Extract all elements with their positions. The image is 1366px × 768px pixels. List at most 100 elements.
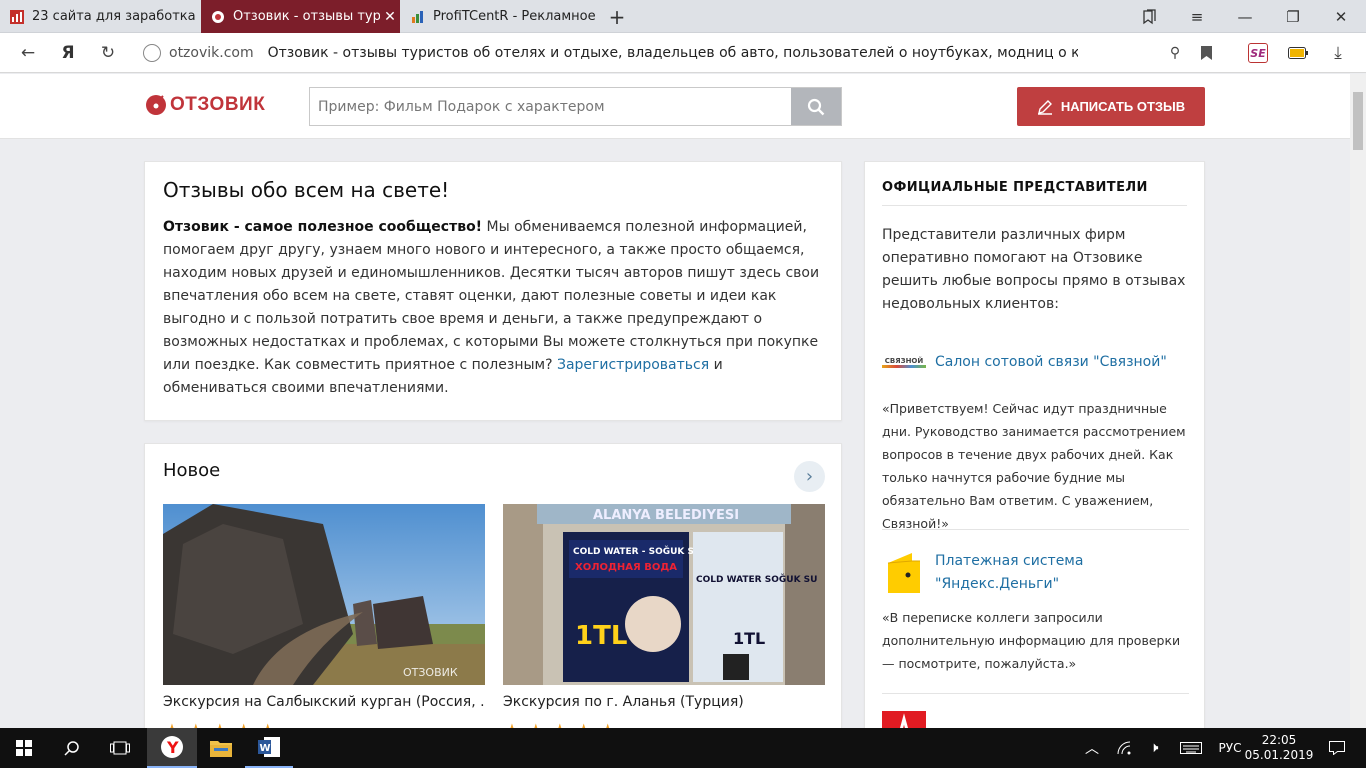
back-icon[interactable]: ←: [10, 33, 46, 73]
official-reps-card: ОФИЦИАЛЬНЫЕ ПРЕДСТАВИТЕЛИ Представители …: [864, 161, 1205, 728]
section-title: Новое: [163, 460, 221, 481]
svyaznoy-logo-stripe: [882, 364, 926, 368]
clock-date: 05.01.2019: [1244, 748, 1314, 762]
downloads-icon[interactable]: ⤓: [1320, 33, 1356, 73]
intro-body: Мы обмениваемся полезной информацией, по…: [163, 219, 820, 373]
next-arrow-button[interactable]: ›: [794, 461, 825, 492]
review-image-kurgan[interactable]: ОТЗОВИК: [163, 504, 485, 685]
tray-chevron-up-icon[interactable]: ︿: [1082, 728, 1102, 768]
poster-price: 1TL: [575, 621, 627, 651]
svg-text:Y: Y: [166, 738, 179, 757]
tab-earnings[interactable]: 23 сайта для заработка денег: [0, 0, 200, 33]
rep-svyaznoy: СВЯЗНОЙ Салон сотовой связи "Связной": [882, 351, 1167, 374]
sign-text: ALANYA BELEDIYESI: [593, 508, 739, 523]
word-icon[interactable]: W: [245, 728, 293, 768]
machine-price: 1TL: [733, 629, 765, 648]
svg-text:W: W: [260, 743, 271, 754]
menu-icon[interactable]: ≡: [1174, 0, 1220, 33]
yandex-money-name: Платежная система "Яндекс.Деньги": [935, 550, 1083, 596]
windows-taskbar: Y W ︿ 🕨 РУС 22:05 05.01.2019: [0, 728, 1366, 768]
alfa-bank-logo[interactable]: [882, 711, 926, 728]
keyboard-icon[interactable]: [1178, 728, 1204, 768]
site-info-icon[interactable]: [143, 44, 161, 62]
search-icon: [807, 98, 825, 115]
task-view-icon[interactable]: [96, 728, 144, 768]
address-bar: ← Я ↻ otzovik.com Отзовик - отзывы турис…: [0, 33, 1366, 73]
divider: [882, 693, 1189, 694]
intro-text: Отзовик - самое полезное сообщество! Мы …: [163, 216, 823, 400]
logo-icon: [146, 95, 166, 115]
rating-stars: ★★★★★: [503, 719, 623, 728]
windows-start-icon[interactable]: [0, 728, 48, 768]
new-tab-icon[interactable]: +: [600, 0, 634, 33]
intro-card: Отзывы обо всем на свете! Отзовик - само…: [144, 161, 842, 421]
language-indicator[interactable]: РУС: [1215, 728, 1245, 768]
tab-otzovik[interactable]: Отзовик - отзывы туристов ✕: [201, 0, 400, 33]
site-logo[interactable]: ОТЗОВИК: [146, 94, 265, 116]
machine-label: COLD WATER SOĞUK SU: [696, 573, 817, 585]
watermark-text: ОТЗОВИК: [403, 666, 458, 679]
rep-link[interactable]: Платежная система: [935, 550, 1083, 573]
tab-title: ProfiTCentR - Рекламное а: [433, 9, 599, 24]
site-header: ОТЗОВИК НАПИСАТЬ ОТЗЫВ: [0, 74, 1350, 139]
search-icon[interactable]: [48, 728, 96, 768]
rep-link-2[interactable]: "Яндекс.Деньги": [935, 573, 1083, 596]
intro-title: Отзывы обо всем на свете!: [163, 178, 450, 202]
url-field[interactable]: otzovik.com Отзовик - отзывы туристов об…: [137, 37, 1227, 69]
bars-icon: [411, 10, 425, 24]
write-review-label: НАПИСАТЬ ОТЗЫВ: [1060, 99, 1186, 114]
page-title-in-url: Отзовик - отзывы туристов об отелях и от…: [267, 45, 1078, 61]
reload-icon[interactable]: ↻: [90, 33, 126, 73]
write-review-button[interactable]: НАПИСАТЬ ОТЗЫВ: [1017, 87, 1205, 126]
scrollbar-thumb[interactable]: [1353, 92, 1363, 150]
chart-icon: [10, 9, 24, 24]
se-extension-icon[interactable]: SE: [1240, 33, 1276, 73]
poster-subheadline: ХОЛОДНАЯ ВОДА: [575, 562, 677, 573]
tab-title: Отзовик - отзывы туристов: [233, 9, 380, 24]
restore-icon[interactable]: ❐: [1270, 0, 1316, 33]
review-caption[interactable]: Экскурсия на Салбыкский курган (Россия, …: [163, 694, 485, 710]
search-button[interactable]: [791, 88, 841, 125]
bookmarks-icon[interactable]: [1126, 0, 1172, 33]
review-image-alanya[interactable]: ALANYA BELEDIYESI COLD WATER - SOĞUK SU …: [503, 504, 825, 685]
bookmark-icon[interactable]: [1188, 33, 1224, 73]
yandex-browser-taskbar-icon[interactable]: Y: [147, 728, 197, 768]
volume-muted-icon[interactable]: 🕨: [1144, 728, 1164, 768]
register-link[interactable]: Зарегистрироваться: [557, 357, 709, 373]
otzovik-icon: [211, 10, 225, 24]
site-search: [309, 87, 842, 126]
close-tab-icon[interactable]: ✕: [380, 9, 400, 25]
chevron-right-icon: ›: [805, 466, 814, 487]
logo-text: ОТЗОВИК: [170, 94, 266, 115]
search-input[interactable]: [310, 88, 791, 125]
tab-profitcentr[interactable]: ProfiTCentR - Рекламное а: [401, 0, 599, 33]
network-icon[interactable]: [1114, 728, 1136, 768]
page-viewport: ОТЗОВИК НАПИСАТЬ ОТЗЫВ Отзывы обо всем н…: [0, 74, 1350, 728]
rep-quote: «Приветствуем! Сейчас идут праздничные д…: [882, 401, 1186, 531]
battery-icon[interactable]: [1280, 33, 1316, 73]
url-host: otzovik.com: [169, 45, 254, 61]
clock[interactable]: 22:05 05.01.2019: [1245, 728, 1314, 768]
file-explorer-icon[interactable]: [197, 728, 245, 768]
yandex-icon[interactable]: Я: [50, 33, 86, 73]
sidebar-description: Представители различных фирм оперативно …: [882, 227, 1186, 312]
poster-headline: COLD WATER - SOĞUK SU: [573, 545, 701, 557]
review-caption[interactable]: Экскурсия по г. Аланья (Турция): [503, 694, 825, 710]
divider: [882, 529, 1189, 530]
new-reviews-card: Новое › ОТЗОВИК Экскурсия на Салбыкский …: [144, 443, 842, 728]
minimize-icon[interactable]: —: [1222, 0, 1268, 33]
rep-link[interactable]: Салон сотовой связи "Связной": [935, 351, 1167, 374]
page-scrollbar[interactable]: [1350, 74, 1366, 728]
yandex-money-logo: [882, 551, 926, 595]
sidebar-title: ОФИЦИАЛЬНЫЕ ПРЕДСТАВИТЕЛИ: [882, 180, 1187, 206]
svyaznoy-logo-text: СВЯЗНОЙ: [884, 356, 924, 365]
rating-stars: ★★★★★: [163, 719, 283, 728]
browser-tab-bar: 23 сайта для заработка денег Отзовик - о…: [0, 0, 1366, 33]
close-window-icon[interactable]: ✕: [1318, 0, 1364, 33]
tab-title: 23 сайта для заработка денег: [32, 9, 200, 24]
pencil-icon: [1037, 99, 1052, 115]
rep-quote: «В переписке коллеги запросили дополните…: [882, 610, 1181, 671]
clock-time: 22:05: [1261, 733, 1297, 747]
notifications-icon[interactable]: [1322, 728, 1352, 768]
svyaznoy-logo: СВЯЗНОЙ: [882, 357, 926, 369]
